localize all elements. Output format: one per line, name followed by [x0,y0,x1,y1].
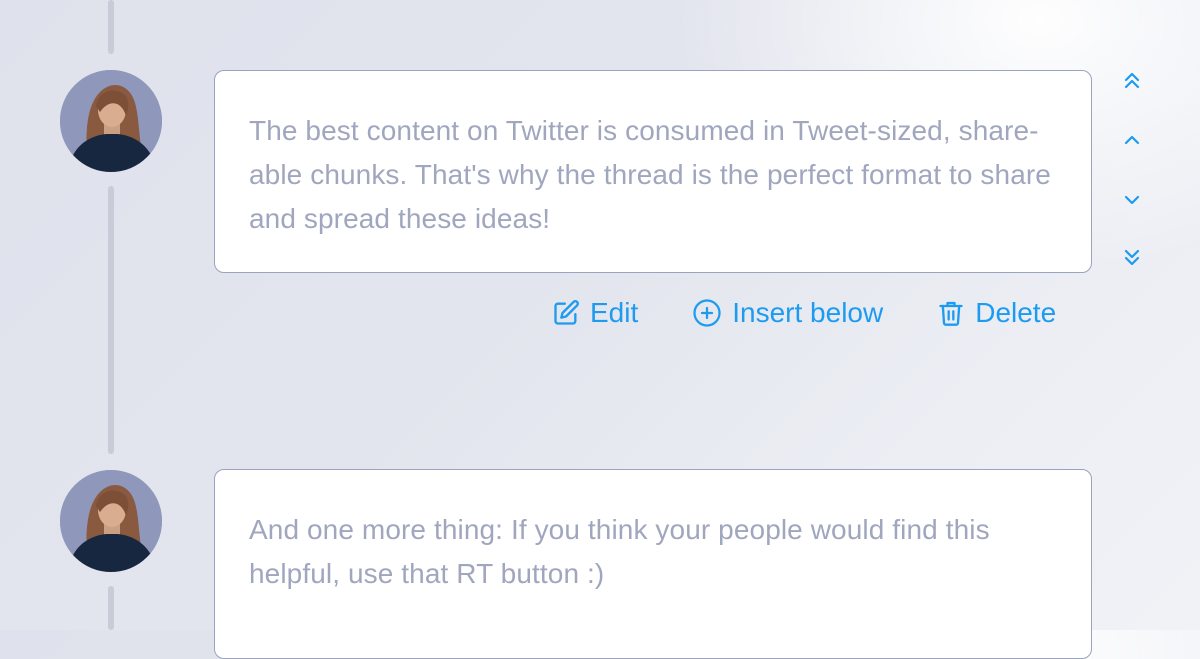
move-to-top-button[interactable] [1116,66,1148,98]
trash-icon [937,298,965,328]
tweet-card[interactable]: And one more thing: If you think your pe… [214,469,1092,659]
delete-label: Delete [975,297,1057,328]
move-to-bottom-button[interactable] [1116,244,1148,276]
pencil-square-icon [552,299,580,327]
timeline-line-middle [108,186,114,454]
edit-button[interactable]: Edit [552,297,638,329]
timeline-line-bottom [108,586,114,630]
chevron-double-down-icon [1121,247,1143,274]
insert-below-label: Insert below [732,297,884,328]
tweet-text: The best content on Twitter is consumed … [249,115,1051,234]
chevron-down-icon [1121,189,1143,216]
avatar [60,470,162,572]
chevron-up-icon [1121,129,1143,156]
tweet-card[interactable]: The best content on Twitter is consumed … [214,70,1092,273]
delete-button[interactable]: Delete [937,297,1056,329]
edit-label: Edit [590,297,639,328]
tweet-actions: Edit Insert below Delete [552,290,1056,336]
move-down-button[interactable] [1116,186,1148,218]
timeline-line-top [108,0,114,54]
insert-below-button[interactable]: Insert below [692,297,883,329]
move-up-button[interactable] [1116,126,1148,158]
chevron-double-up-icon [1121,69,1143,96]
tweet-text: And one more thing: If you think your pe… [249,514,990,589]
plus-circle-icon [692,298,722,328]
avatar [60,70,162,172]
